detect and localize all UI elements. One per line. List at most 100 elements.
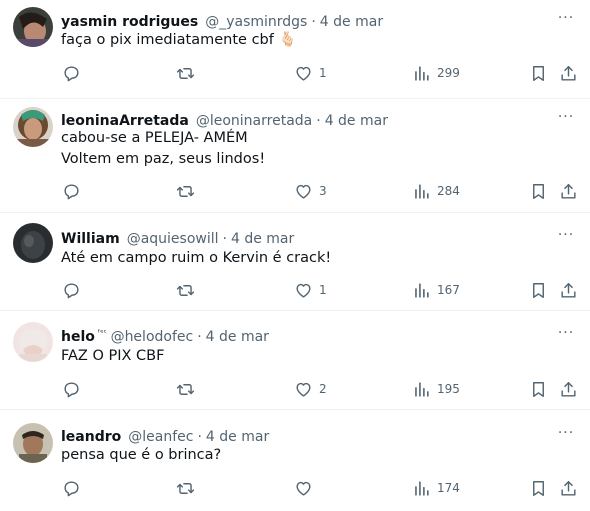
bookmark-button[interactable]	[529, 62, 548, 84]
reply-icon	[62, 64, 81, 83]
reply-tweet[interactable]: helo ᶠᵉᶜ @helodofec · 4 de mar ··· FAZ O PIX…	[0, 311, 590, 410]
share-button[interactable]	[559, 378, 578, 400]
bookmark-icon	[529, 281, 548, 300]
avatar[interactable]	[13, 423, 53, 463]
retweet-button[interactable]	[176, 180, 195, 202]
like-button[interactable]	[294, 477, 313, 499]
views-icon	[412, 182, 431, 201]
separator-dot: ·	[222, 231, 227, 247]
tweet-date[interactable]: 4 de mar	[325, 113, 388, 129]
tweet-text: pensa que é o brinca?	[61, 447, 222, 463]
share-icon	[559, 281, 578, 300]
retweet-button[interactable]	[176, 62, 195, 84]
like-button[interactable]: 3	[294, 180, 327, 202]
like-button[interactable]: 1	[294, 62, 327, 84]
more-icon[interactable]: ···	[556, 326, 576, 340]
tweet-date[interactable]: 4 de mar	[320, 14, 383, 30]
more-icon[interactable]: ···	[556, 110, 576, 124]
share-button[interactable]	[559, 477, 578, 499]
tweet-header: leandro @leanfec · 4 de mar	[61, 423, 269, 445]
display-name[interactable]: William	[61, 231, 123, 247]
separator-dot: ·	[311, 14, 316, 30]
share-icon	[559, 64, 578, 83]
user-handle[interactable]: @_yasminrdgs	[205, 14, 307, 30]
bookmark-button[interactable]	[529, 279, 548, 301]
avatar[interactable]	[13, 322, 53, 362]
avatar[interactable]	[13, 107, 53, 147]
action-bar: 2 195	[0, 378, 590, 400]
display-name[interactable]: leoninaArretada	[61, 113, 192, 129]
share-button[interactable]	[559, 180, 578, 202]
tweet-header: William @aquiesowill · 4 de mar	[61, 225, 294, 247]
like-count: 3	[319, 184, 327, 198]
tweet-header: helo ᶠᵉᶜ @helodofec · 4 de mar	[61, 323, 269, 345]
user-handle[interactable]: @aquiesowill	[127, 231, 219, 247]
tweet-date[interactable]: 4 de mar	[206, 429, 269, 445]
retweet-button[interactable]	[176, 279, 195, 301]
separator-dot: ·	[197, 329, 202, 345]
views-button[interactable]: 167	[412, 279, 460, 301]
tweet-text: Até em campo ruim o Kervin é crack!	[61, 250, 332, 266]
heart-icon	[294, 281, 313, 300]
views-button[interactable]: 195	[412, 378, 460, 400]
views-count: 174	[437, 481, 460, 495]
share-icon	[559, 479, 578, 498]
tweet-date[interactable]: 4 de mar	[206, 329, 269, 345]
separator-dot: ·	[316, 113, 321, 129]
reply-button[interactable]	[62, 62, 81, 84]
heart-icon	[294, 380, 313, 399]
action-bar: 1 299	[0, 62, 590, 84]
views-button[interactable]: 299	[412, 62, 460, 84]
reply-tweet[interactable]: yasmin rodrigues @_yasminrdgs · 4 de mar ··…	[0, 0, 590, 99]
more-icon[interactable]: ···	[556, 11, 576, 25]
reply-tweet[interactable]: William @aquiesowill · 4 de mar ··· Até em …	[0, 213, 590, 311]
retweet-button[interactable]	[176, 378, 195, 400]
bookmark-button[interactable]	[529, 477, 548, 499]
retweet-icon	[176, 380, 195, 399]
tweet-text: cabou-se a PELEJA- AMÉM Voltem em paz, s…	[61, 130, 266, 167]
like-count: 1	[319, 66, 327, 80]
like-button[interactable]: 1	[294, 279, 327, 301]
user-handle[interactable]: @leanfec	[128, 429, 193, 445]
avatar[interactable]	[13, 223, 53, 263]
reply-button[interactable]	[62, 477, 81, 499]
views-button[interactable]: 174	[412, 477, 460, 499]
retweet-icon	[176, 182, 195, 201]
share-button[interactable]	[559, 279, 578, 301]
display-name[interactable]: helo ᶠᵉᶜ	[61, 328, 107, 345]
avatar[interactable]	[13, 7, 53, 47]
like-count: 2	[319, 382, 327, 396]
action-bar: 3 284	[0, 180, 590, 202]
reply-button[interactable]	[62, 378, 81, 400]
share-button[interactable]	[559, 62, 578, 84]
reply-tweet[interactable]: leandro @leanfec · 4 de mar ··· pensa que é…	[0, 410, 590, 511]
tweet-header: yasmin rodrigues @_yasminrdgs · 4 de mar	[61, 8, 383, 30]
more-icon[interactable]: ···	[556, 426, 576, 440]
like-count: 1	[319, 283, 327, 297]
retweet-button[interactable]	[176, 477, 195, 499]
bookmark-icon	[529, 182, 548, 201]
bookmark-button[interactable]	[529, 180, 548, 202]
action-bar: 174	[0, 477, 590, 499]
tweet-header: leoninaArretada @leoninarretada · 4 de mar	[61, 107, 388, 129]
more-icon[interactable]: ···	[556, 228, 576, 242]
reply-button[interactable]	[62, 279, 81, 301]
tweet-date[interactable]: 4 de mar	[231, 231, 294, 247]
reply-tweet[interactable]: leoninaArretada @leoninarretada · 4 de mar …	[0, 99, 590, 213]
views-icon	[412, 64, 431, 83]
reply-icon	[62, 281, 81, 300]
user-handle[interactable]: @helodofec	[111, 329, 194, 345]
display-name[interactable]: yasmin rodrigues	[61, 14, 201, 30]
retweet-icon	[176, 281, 195, 300]
user-handle[interactable]: @leoninarretada	[196, 113, 312, 129]
display-name[interactable]: leandro	[61, 429, 124, 445]
share-icon	[559, 182, 578, 201]
heart-icon	[294, 182, 313, 201]
reply-button[interactable]	[62, 180, 81, 202]
views-button[interactable]: 284	[412, 180, 460, 202]
retweet-icon	[176, 479, 195, 498]
views-count: 195	[437, 382, 460, 396]
bookmark-button[interactable]	[529, 378, 548, 400]
like-button[interactable]: 2	[294, 378, 327, 400]
reply-icon	[62, 182, 81, 201]
